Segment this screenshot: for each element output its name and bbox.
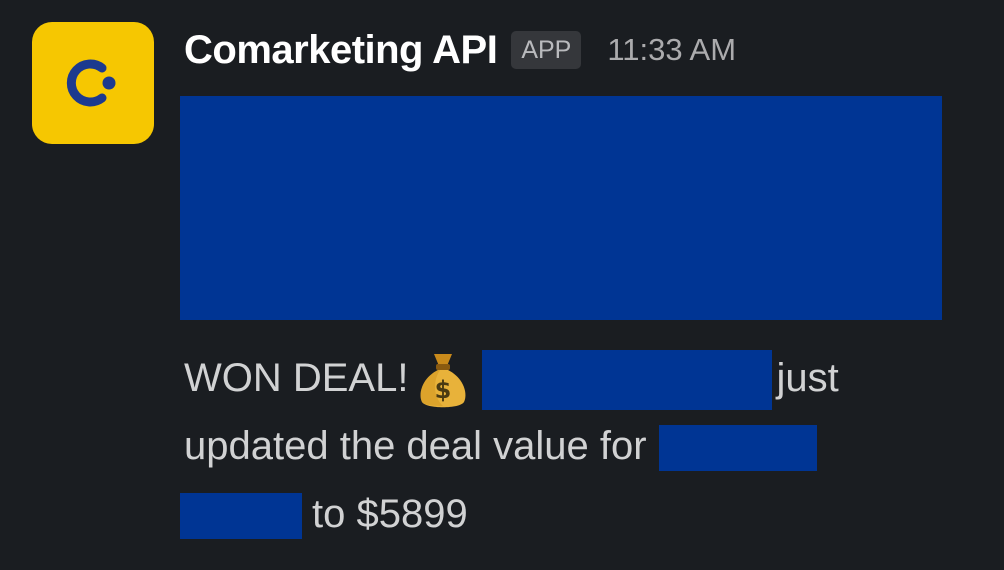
redacted-deal-name-continued [180, 493, 302, 540]
message-line-3: to $5899 [180, 480, 964, 548]
sender-name[interactable]: Comarketing API [184, 28, 498, 73]
won-deal-text: WON DEAL! [184, 356, 409, 400]
message-line-1: WON DEAL! $ just [184, 344, 964, 412]
message-header: Comarketing API APP 11:33 AM [184, 20, 736, 80]
message-body: WON DEAL! $ just updated the deal value … [180, 344, 964, 548]
svg-text:$: $ [435, 376, 452, 404]
redacted-deal-name [658, 425, 817, 472]
app-badge: APP [511, 31, 582, 69]
just-text: just [776, 356, 839, 400]
comarketing-logo-icon [66, 59, 116, 107]
message-line-2: updated the deal value for [184, 412, 964, 480]
sender-avatar[interactable] [32, 22, 154, 144]
updated-text: updated the deal value for [184, 424, 647, 468]
redacted-user-name [482, 350, 773, 411]
chat-message: Comarketing API APP 11:33 AM WON DEAL! $… [0, 0, 1004, 570]
money-bag-icon: $ [421, 354, 466, 408]
message-timestamp[interactable]: 11:33 AM [607, 32, 736, 68]
deal-value-text: to $5899 [312, 492, 468, 536]
redacted-attachment [180, 96, 942, 320]
